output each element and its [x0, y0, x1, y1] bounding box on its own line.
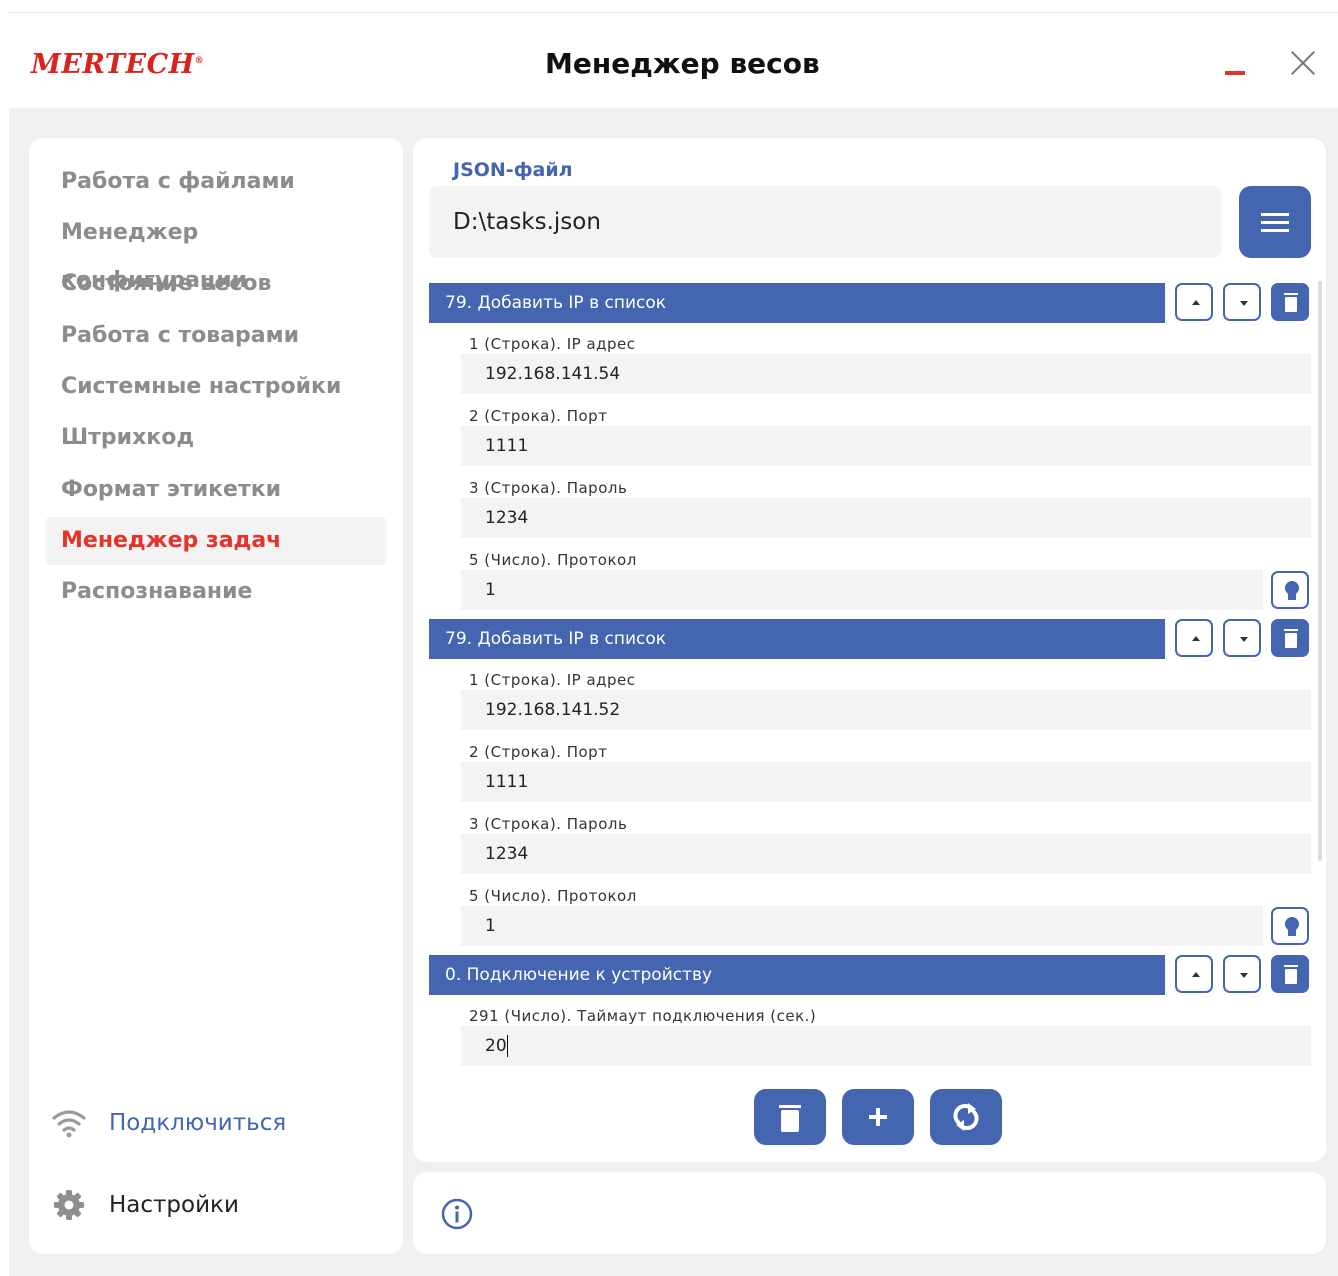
hint-button[interactable]: [1271, 571, 1309, 609]
move-down-button[interactable]: [1223, 283, 1261, 321]
minimize-icon[interactable]: [1225, 71, 1245, 75]
scrollbar[interactable]: [1318, 281, 1322, 861]
sidebar-item-system-settings[interactable]: Системные настройки: [45, 363, 387, 411]
param-label: 2 (Строка). Порт: [469, 743, 607, 761]
sidebar-item-barcode[interactable]: Штрихкод: [45, 414, 387, 462]
param-label: 3 (Строка). Пароль: [469, 479, 627, 497]
param-value-field[interactable]: 1234: [461, 498, 1311, 538]
move-up-button[interactable]: [1175, 955, 1213, 993]
task-header[interactable]: 79. Добавить IP в список: [429, 283, 1165, 323]
sidebar-item-recognition[interactable]: Распознавание: [45, 568, 387, 616]
arrow-down-icon: [1240, 637, 1248, 642]
param-label: 3 (Строка). Пароль: [469, 815, 627, 833]
move-down-button[interactable]: [1223, 619, 1261, 657]
task-header[interactable]: 79. Добавить IP в список: [429, 619, 1165, 659]
move-up-button[interactable]: [1175, 283, 1213, 321]
app-window: MERTECH® Менеджер весов Работа с файлами…: [9, 12, 1338, 1276]
param-label: 5 (Число). Протокол: [469, 551, 637, 569]
settings-button[interactable]: Настройки: [51, 1185, 239, 1225]
arrow-up-icon: [1192, 636, 1200, 641]
param-value-field[interactable]: 192.168.141.54: [461, 354, 1311, 394]
sidebar-item-config-manager[interactable]: Менеджер конфигурации: [45, 209, 387, 257]
arrow-up-icon: [1192, 972, 1200, 977]
connect-label: Подключиться: [109, 1110, 286, 1136]
arrow-down-icon: [1240, 973, 1248, 978]
gear-icon: [51, 1187, 87, 1223]
trash-icon: [1284, 629, 1298, 631]
lightbulb-icon: [1285, 917, 1299, 931]
connect-button[interactable]: Подключиться: [51, 1103, 286, 1143]
lightbulb-icon: [1285, 581, 1299, 595]
menu-icon: [1261, 213, 1289, 216]
sidebar-item-scale-state[interactable]: Состояние весов: [45, 260, 387, 308]
move-up-button[interactable]: [1175, 619, 1213, 657]
param-value-field[interactable]: 20: [461, 1026, 1311, 1066]
delete-task-button[interactable]: [1271, 283, 1309, 321]
task-header[interactable]: 0. Подключение к устройству: [429, 955, 1165, 995]
clear-tasks-button[interactable]: [754, 1089, 826, 1145]
arrow-up-icon: [1192, 300, 1200, 305]
json-file-path-field[interactable]: D:\tasks.json: [429, 186, 1221, 258]
param-label: 2 (Строка). Порт: [469, 407, 607, 425]
param-value-field[interactable]: 1: [461, 570, 1263, 610]
delete-task-button[interactable]: [1271, 955, 1309, 993]
info-icon[interactable]: [441, 1198, 473, 1230]
refresh-icon: [930, 1089, 1002, 1145]
param-label: 5 (Число). Протокол: [469, 887, 637, 905]
sidebar-item-files[interactable]: Работа с файлами: [45, 158, 387, 206]
trash-icon: [1284, 965, 1298, 967]
title-bar: MERTECH® Менеджер весов: [9, 13, 1338, 108]
run-tasks-button[interactable]: [930, 1089, 1002, 1145]
json-file-label: JSON-файл: [453, 159, 573, 181]
settings-label: Настройки: [109, 1192, 239, 1218]
param-label: 1 (Строка). IP адрес: [469, 335, 636, 353]
task-manager-panel: JSON-файл D:\tasks.json 79. Добавить IP …: [413, 138, 1326, 1162]
trash-icon: [1284, 293, 1298, 295]
param-value-field[interactable]: 192.168.141.52: [461, 690, 1311, 730]
wifi-icon: [51, 1107, 87, 1139]
delete-task-button[interactable]: [1271, 619, 1309, 657]
text-cursor: [507, 1035, 508, 1057]
trash-icon: [779, 1105, 801, 1108]
param-value-field[interactable]: 1111: [461, 762, 1311, 802]
window-title: Менеджер весов: [545, 47, 820, 80]
sidebar-item-label-format[interactable]: Формат этикетки: [45, 466, 387, 514]
sidebar-item-products[interactable]: Работа с товарами: [45, 312, 387, 360]
sidebar-item-task-manager[interactable]: Менеджер задач: [45, 517, 387, 565]
file-menu-button[interactable]: [1239, 186, 1311, 258]
sidebar: Работа с файлами Менеджер конфигурации С…: [29, 138, 403, 1254]
move-down-button[interactable]: [1223, 955, 1261, 993]
arrow-down-icon: [1240, 301, 1248, 306]
add-task-button[interactable]: [842, 1089, 914, 1145]
hint-button[interactable]: [1271, 907, 1309, 945]
param-label: 1 (Строка). IP адрес: [469, 671, 636, 689]
param-value-text: 20: [485, 1036, 507, 1056]
param-value-field[interactable]: 1111: [461, 426, 1311, 466]
info-bar: [413, 1172, 1326, 1254]
param-label: 291 (Число). Таймаут подключения (сек.): [469, 1007, 816, 1025]
mertech-logo: MERTECH®: [31, 49, 204, 80]
param-value-field[interactable]: 1: [461, 906, 1263, 946]
close-icon[interactable]: [1289, 49, 1317, 77]
param-value-field[interactable]: 1234: [461, 834, 1311, 874]
